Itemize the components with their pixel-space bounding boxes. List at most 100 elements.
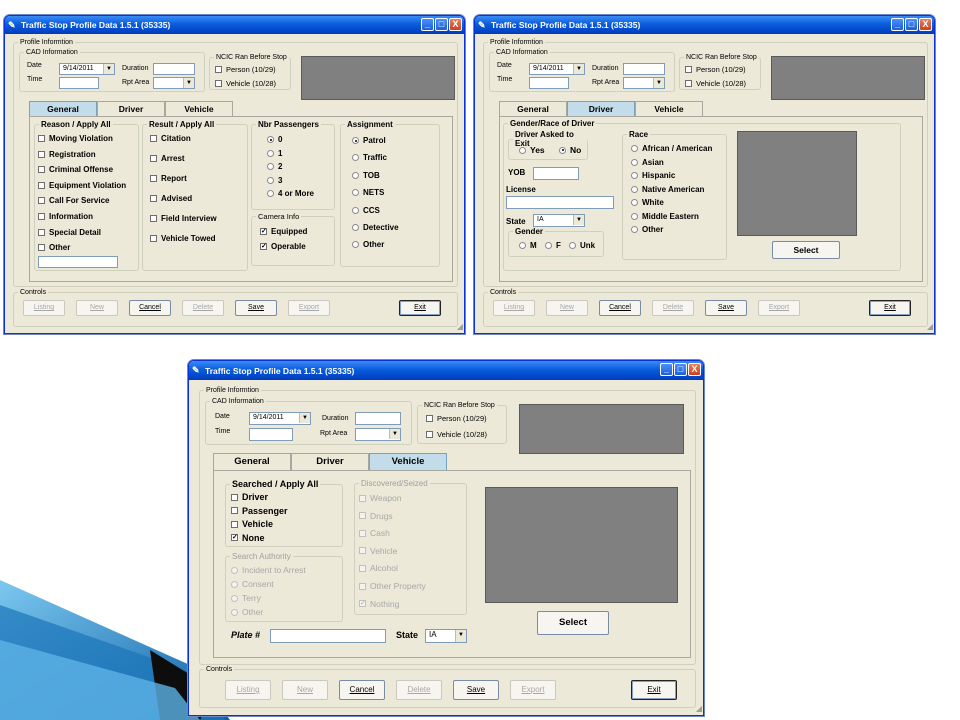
race-native-american-radio[interactable]: Native American [631,185,704,194]
race-white-radio[interactable]: White [631,198,664,207]
cancel-button[interactable]: Cancel [339,680,385,700]
save-button[interactable]: Save [453,680,499,700]
race-other-radio[interactable]: Other [631,225,663,234]
reason-criminal-offense-checkbox[interactable]: Criminal Offense [38,165,113,174]
gender-m-radio[interactable]: M [519,241,537,250]
searched-none-checkbox[interactable]: ✓ None [231,533,265,543]
camera-operable-checkbox[interactable]: ✓ Operable [260,242,306,251]
rpt-area-select[interactable]: ▼ [623,77,665,89]
race-african-american-radio[interactable]: African / American [631,144,712,153]
reason-special-detail-checkbox[interactable]: Special Detail [38,228,101,237]
reason-information-checkbox[interactable]: Information [38,212,93,221]
plate-input[interactable] [270,629,386,643]
race-middle-eastern-radio[interactable]: Middle Eastern [631,212,699,221]
asked-yes-radio[interactable]: Yes [519,145,545,155]
assignment-detective-radio[interactable]: Detective [352,223,399,232]
reason-registration-checkbox[interactable]: Registration [38,150,96,159]
reason-equipment-violation-checkbox[interactable]: Equipment Violation [38,181,126,190]
state-select[interactable]: IA ▼ [533,214,585,227]
rpt-area-select[interactable]: ▼ [355,428,401,441]
date-picker[interactable]: 9/14/2011 ▼ [529,63,585,75]
tab-vehicle[interactable]: Vehicle [165,101,233,116]
date-picker[interactable]: 9/14/2011 ▼ [249,412,311,425]
assignment-tob-radio[interactable]: TOB [352,171,380,180]
tab-general[interactable]: General [213,453,291,470]
reason-call-for-service-checkbox[interactable]: Call For Service [38,196,109,205]
result-vehicle-towed-checkbox[interactable]: Vehicle Towed [150,234,216,243]
reason-other-input[interactable] [38,256,118,268]
cancel-button[interactable]: Cancel [129,300,171,316]
passengers-2-radio[interactable]: 2 [267,162,282,171]
tab-driver[interactable]: Driver [97,101,165,116]
resize-grip-icon[interactable]: ◢ [454,323,463,332]
vehicle-select-button[interactable]: Select [537,611,609,635]
camera-equipped-checkbox[interactable]: ✓ Equipped [260,227,307,236]
result-citation-checkbox[interactable]: Citation [150,134,191,143]
result-arrest-checkbox[interactable]: Arrest [150,154,185,163]
ncic-vehicle-checkbox[interactable]: Vehicle (10/28) [215,79,276,88]
passengers-0-radio[interactable]: 0 [267,135,282,144]
title-bar[interactable]: ✎ Traffic Stop Profile Data 1.5.1 (35335… [475,16,934,34]
tab-vehicle[interactable]: Vehicle [369,453,447,470]
result-field-interview-checkbox[interactable]: Field Interview [150,214,217,223]
tab-general[interactable]: General [499,101,567,116]
duration-input[interactable] [355,412,401,425]
result-report-checkbox[interactable]: Report [150,174,187,183]
asked-no-radio[interactable]: No [559,145,581,155]
result-advised-checkbox[interactable]: Advised [150,194,192,203]
title-bar[interactable]: ✎ Traffic Stop Profile Data 1.5.1 (35335… [5,16,464,34]
reason-other-checkbox[interactable]: Other [38,243,70,252]
rpt-area-select[interactable]: ▼ [153,77,195,89]
chevron-down-icon[interactable]: ▼ [573,64,584,74]
close-button[interactable]: X [688,363,701,376]
chevron-down-icon[interactable]: ▼ [455,630,466,642]
tab-driver[interactable]: Driver [291,453,369,470]
date-picker[interactable]: 9/14/2011 ▼ [59,63,115,75]
searched-vehicle-checkbox[interactable]: Vehicle [231,519,273,529]
chevron-down-icon[interactable]: ▼ [299,413,310,423]
yob-input[interactable] [533,167,579,180]
exit-button[interactable]: Exit [631,680,677,700]
exit-button[interactable]: Exit [399,300,441,316]
title-bar[interactable]: ✎ Traffic Stop Profile Data 1.5.1 (35335… [189,361,703,380]
resize-grip-icon[interactable]: ◢ [924,323,933,332]
gender-unk-radio[interactable]: Unk [569,241,595,250]
passengers-4-or-more-radio[interactable]: 4 or More [267,189,314,198]
close-button[interactable]: X [919,18,932,31]
ncic-vehicle-checkbox[interactable]: Vehicle (10/28) [426,430,487,439]
chevron-down-icon[interactable]: ▼ [653,78,664,88]
minimize-button[interactable]: _ [660,363,673,376]
exit-button[interactable]: Exit [869,300,911,316]
passengers-3-radio[interactable]: 3 [267,176,282,185]
time-input[interactable] [529,77,569,89]
save-button[interactable]: Save [235,300,277,316]
ncic-person-checkbox[interactable]: Person (10/29) [426,414,487,423]
chevron-down-icon[interactable]: ▼ [103,64,114,74]
searched-passenger-checkbox[interactable]: Passenger [231,506,288,516]
tab-driver[interactable]: Driver [567,101,635,116]
time-input[interactable] [249,428,293,441]
license-input[interactable] [506,196,614,209]
ncic-person-checkbox[interactable]: Person (10/29) [685,65,746,74]
save-button[interactable]: Save [705,300,747,316]
assignment-nets-radio[interactable]: NETS [352,188,384,197]
reason-moving-violation-checkbox[interactable]: Moving Violation [38,134,113,143]
cancel-button[interactable]: Cancel [599,300,641,316]
passengers-1-radio[interactable]: 1 [267,149,282,158]
close-button[interactable]: X [449,18,462,31]
duration-input[interactable] [623,63,665,75]
time-input[interactable] [59,77,99,89]
driver-select-button[interactable]: Select [772,241,840,259]
assignment-patrol-radio[interactable]: Patrol [352,136,386,145]
maximize-button[interactable]: □ [674,363,687,376]
tab-vehicle[interactable]: Vehicle [635,101,703,116]
chevron-down-icon[interactable]: ▼ [573,215,584,225]
assignment-ccs-radio[interactable]: CCS [352,206,380,215]
ncic-person-checkbox[interactable]: Person (10/29) [215,65,276,74]
searched-driver-checkbox[interactable]: Driver [231,492,268,502]
maximize-button[interactable]: □ [435,18,448,31]
minimize-button[interactable]: _ [891,18,904,31]
vehicle-state-select[interactable]: IA ▼ [425,629,467,643]
ncic-vehicle-checkbox[interactable]: Vehicle (10/28) [685,79,746,88]
race-asian-radio[interactable]: Asian [631,158,664,167]
